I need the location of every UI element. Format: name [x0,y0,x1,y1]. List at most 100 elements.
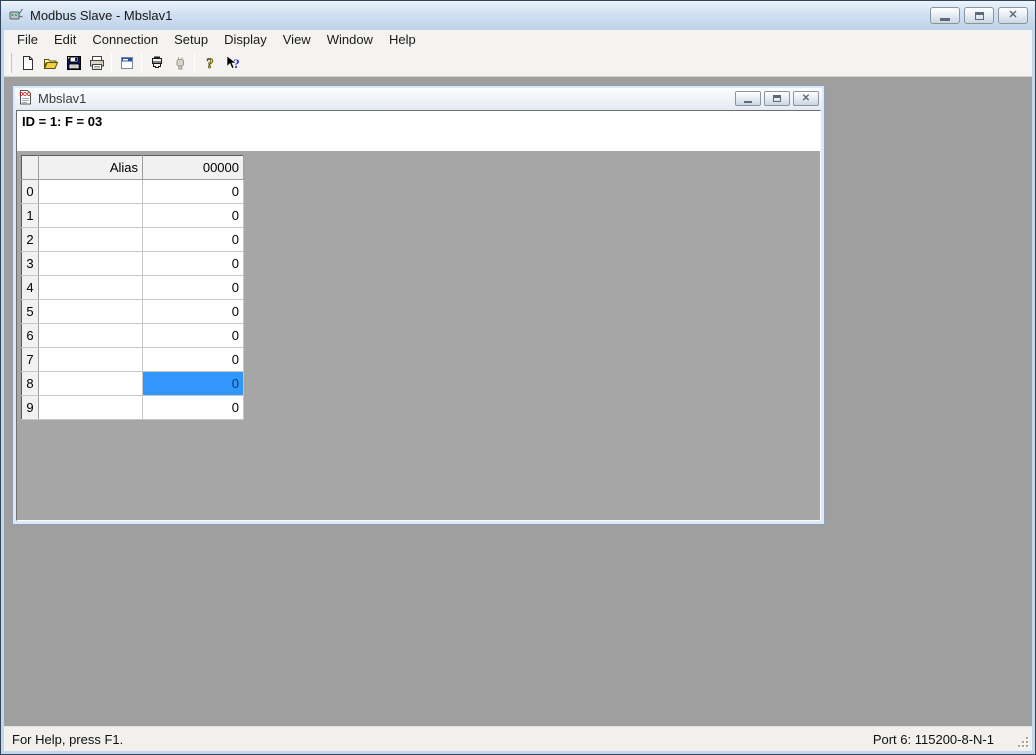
alias-cell[interactable] [38,227,143,252]
menu-file[interactable]: File [9,30,46,50]
save-file-icon [66,56,81,70]
toolbar: ? ? [4,50,1032,77]
row-header[interactable]: 6 [21,323,39,348]
minimize-button[interactable] [930,7,960,24]
grid-body: 00102030405060708090 [21,179,244,420]
menu-display[interactable]: Display [216,30,275,50]
connection-setup-icon [151,56,162,68]
close-icon: ✕ [1008,9,1018,21]
child-close-button[interactable]: ✕ [793,91,819,106]
row-header[interactable]: 3 [21,251,39,276]
child-minimize-button[interactable] [735,91,761,106]
close-icon: ✕ [801,92,811,104]
registers-table: Alias 00000 00102030405060708090 [21,155,244,420]
display-settings-icon [120,57,133,69]
value-cell[interactable]: 0 [142,371,244,396]
new-document-button[interactable] [16,52,39,74]
row-header[interactable]: 2 [21,227,39,252]
svg-text:?: ? [233,56,240,71]
child-window: DOC Mbslav1 ✕ ID = 1: F = 03 Alias 00000… [12,85,825,525]
alias-column-header[interactable]: Alias [38,155,143,180]
context-help-icon: ? [226,55,240,71]
open-file-icon [43,59,58,69]
menu-window[interactable]: Window [319,30,381,50]
maximize-icon [773,95,781,102]
table-row: 40 [21,275,244,300]
close-button[interactable]: ✕ [998,7,1028,24]
alias-cell[interactable] [38,323,143,348]
alias-cell[interactable] [38,179,143,204]
menu-view[interactable]: View [275,30,319,50]
table-row: 80 [21,371,244,396]
alias-cell[interactable] [38,299,143,324]
alias-cell[interactable] [38,203,143,228]
row-header[interactable]: 8 [21,371,39,396]
save-file-button[interactable] [62,52,85,74]
row-header[interactable]: 4 [21,275,39,300]
value-cell[interactable]: 0 [142,323,244,348]
row-header[interactable]: 9 [21,395,39,420]
document-icon: DOC [18,89,33,108]
toolbar-separator [194,53,195,73]
child-maximize-button[interactable] [764,91,790,106]
open-file-button[interactable] [39,52,62,74]
minimize-icon [940,17,950,21]
app-icon [8,6,24,25]
table-row: 10 [21,203,244,228]
value-cell[interactable]: 0 [142,395,244,420]
child-content: ID = 1: F = 03 Alias 00000 0 0 1 0 2 0 3… [16,110,821,521]
display-settings-button[interactable] [115,52,138,74]
resize-grip-icon[interactable] [1017,736,1029,748]
title-bar: Modbus Slave - Mbslav1 ✕ [1,1,1035,30]
value-cell[interactable]: 0 [142,179,244,204]
value-cell[interactable]: 0 [142,227,244,252]
alias-cell[interactable] [38,275,143,300]
row-header[interactable]: 0 [21,179,39,204]
alias-cell[interactable] [38,371,143,396]
info-panel: ID = 1: F = 03 [17,111,820,151]
table-row: 20 [21,227,244,252]
value-cell[interactable]: 0 [142,251,244,276]
slave-id-function-label: ID = 1: F = 03 [22,114,103,129]
corner-header-cell [21,155,39,180]
menu-setup[interactable]: Setup [166,30,216,50]
new-document-icon [22,56,33,70]
status-port-settings: Port 6: 115200-8-N-1 [872,731,994,747]
help-about-button[interactable]: ? [198,52,221,74]
minimize-icon [744,100,752,103]
row-header[interactable]: 1 [21,203,39,228]
menu-connection[interactable]: Connection [84,30,166,50]
child-title-bar[interactable]: DOC Mbslav1 ✕ [15,88,822,109]
value-cell[interactable]: 0 [142,299,244,324]
status-bar: For Help, press F1. Port 6: 115200-8-N-1 [4,726,1032,751]
value-cell[interactable]: 0 [142,347,244,372]
help-about-icon: ? [205,56,214,71]
svg-text:DOC: DOC [19,92,31,98]
svg-text:?: ? [206,56,214,71]
row-header[interactable]: 5 [21,299,39,324]
child-window-title: Mbslav1 [38,91,87,106]
menu-help[interactable]: Help [381,30,424,50]
menu-bar: File Edit Connection Setup Display View … [4,30,1032,50]
connection-setup-button[interactable] [145,52,168,74]
toolbar-separator [141,53,142,73]
toolbar-grip[interactable] [9,53,12,73]
alias-cell[interactable] [38,251,143,276]
print-button[interactable] [85,52,108,74]
app-window: Modbus Slave - Mbslav1 ✕ File Edit Conne… [0,0,1036,755]
alias-cell[interactable] [38,395,143,420]
toolbar-separator [111,53,112,73]
disconnect-icon [176,57,184,70]
table-row: 70 [21,347,244,372]
value-cell[interactable]: 0 [142,275,244,300]
row-header[interactable]: 7 [21,347,39,372]
menu-edit[interactable]: Edit [46,30,84,50]
value-cell[interactable]: 0 [142,203,244,228]
window-title: Modbus Slave - Mbslav1 [30,8,173,23]
table-row: 90 [21,395,244,420]
alias-cell[interactable] [38,347,143,372]
maximize-button[interactable] [964,7,994,24]
context-help-button[interactable]: ? [221,52,244,74]
status-help-text: For Help, press F1. [12,731,124,747]
address-column-header[interactable]: 00000 [142,155,244,180]
